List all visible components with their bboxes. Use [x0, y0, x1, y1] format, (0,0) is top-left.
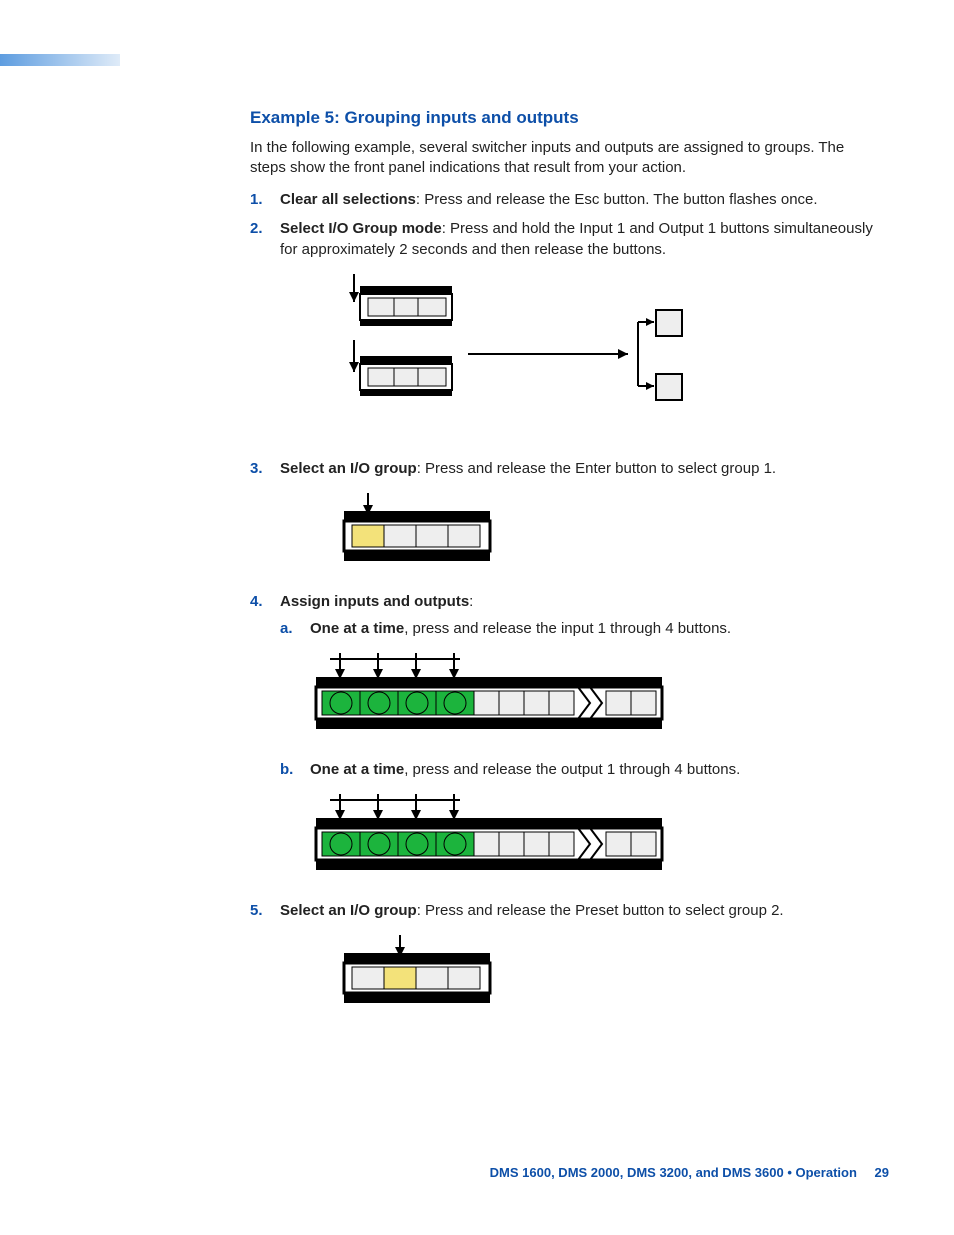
diagram-step2-icon	[338, 274, 698, 434]
step-number: 2.	[250, 218, 263, 239]
diagram-step4b-icon	[310, 794, 670, 876]
substep-bold: One at a time	[310, 761, 404, 778]
substep-bold: One at a time	[310, 620, 404, 637]
page-footer: DMS 1600, DMS 2000, DMS 3200, and DMS 36…	[490, 1165, 889, 1180]
intro-paragraph: In the following example, several switch…	[250, 138, 880, 179]
step-bold: Assign inputs and outputs	[280, 593, 469, 610]
step-number: 4.	[250, 591, 263, 612]
substep-text: , press and release the input 1 through …	[404, 620, 731, 637]
step-1: 1. Clear all selections: Press and relea…	[250, 189, 880, 210]
step-4: 4. Assign inputs and outputs: a. One at …	[250, 591, 880, 882]
step-bold: Select an I/O group	[280, 460, 417, 477]
substep-letter: b.	[280, 759, 293, 780]
step-text: :	[469, 593, 473, 610]
step-text: : Press and release the Enter button to …	[417, 460, 776, 477]
diagram-step4a-icon	[310, 653, 670, 735]
step-number: 5.	[250, 900, 263, 921]
footer-text: DMS 1600, DMS 2000, DMS 3200, and DMS 36…	[490, 1165, 857, 1180]
figure-step3	[338, 493, 880, 573]
steps-list: 1. Clear all selections: Press and relea…	[250, 189, 880, 1015]
step-2: 2. Select I/O Group mode: Press and hold…	[250, 218, 880, 440]
step-4a: a. One at a time, press and release the …	[280, 618, 880, 741]
figure-step2	[338, 274, 880, 440]
step-text: : Press and release the Preset button to…	[417, 902, 784, 919]
step-bold: Clear all selections	[280, 191, 416, 208]
step-3: 3. Select an I/O group: Press and releas…	[250, 458, 880, 573]
substep-letter: a.	[280, 618, 293, 639]
step-4b: b. One at a time, press and release the …	[280, 759, 880, 882]
figure-step4a	[310, 653, 880, 741]
substep-text: , press and release the output 1 through…	[404, 761, 740, 778]
step-bold: Select an I/O group	[280, 902, 417, 919]
diagram-step3-icon	[338, 493, 498, 567]
section-heading: Example 5: Grouping inputs and outputs	[250, 108, 880, 128]
figure-step4b	[310, 794, 880, 882]
step-5: 5. Select an I/O group: Press and releas…	[250, 900, 880, 1015]
step-text: : Press and release the Esc button. The …	[416, 191, 818, 208]
page-number: 29	[875, 1165, 889, 1180]
diagram-step5-icon	[338, 935, 498, 1009]
step-number: 1.	[250, 189, 263, 210]
header-accent-bar	[0, 54, 120, 66]
substeps-list: a. One at a time, press and release the …	[280, 618, 880, 882]
step-number: 3.	[250, 458, 263, 479]
page-content: Example 5: Grouping inputs and outputs I…	[250, 108, 880, 1033]
figure-step5	[338, 935, 880, 1015]
step-bold: Select I/O Group mode	[280, 220, 442, 237]
